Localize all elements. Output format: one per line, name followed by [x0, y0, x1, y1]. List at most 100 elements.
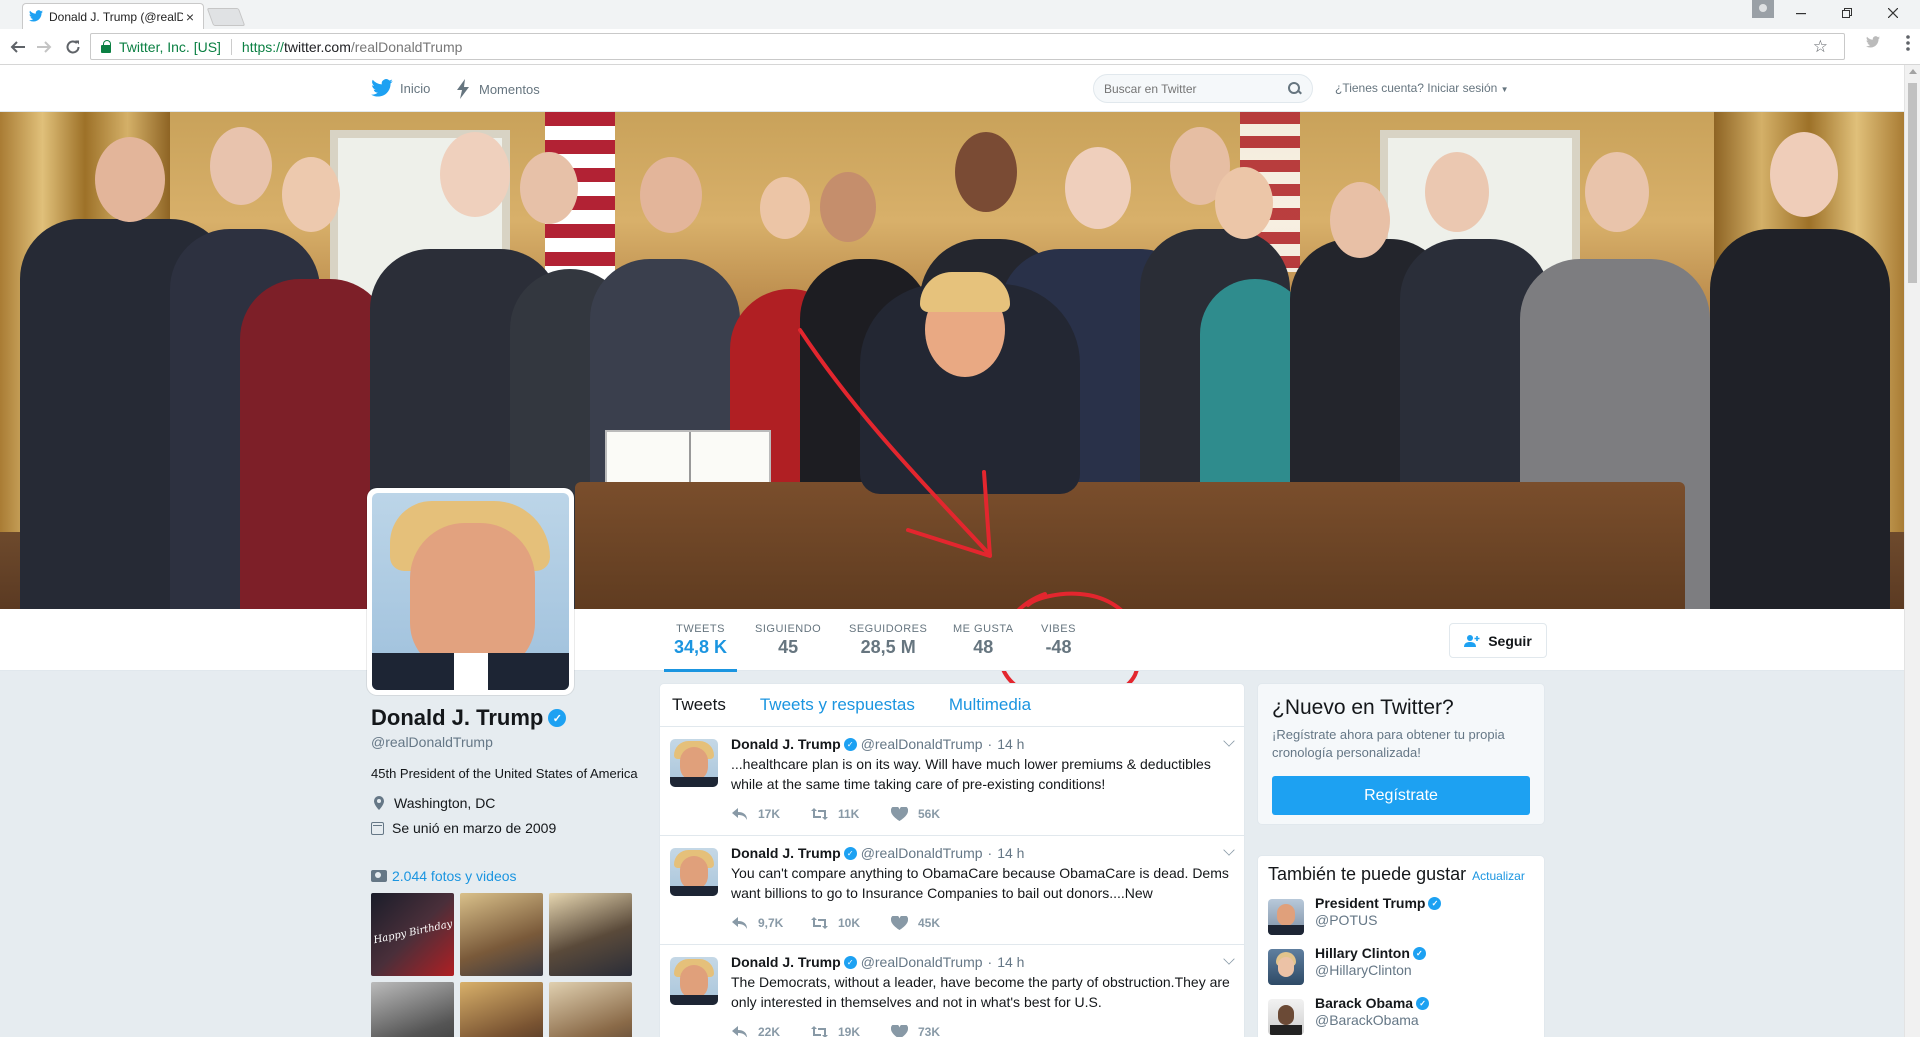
tweet-author-handle[interactable]: @realDonaldTrump [861, 736, 983, 752]
tweet-actions: 9,7K 10K 45K [731, 916, 1232, 930]
tweet[interactable]: Donald J. Trump ✓ @realDonaldTrump · 14 … [660, 836, 1244, 945]
suggested-user-avatar[interactable] [1268, 949, 1304, 985]
suggested-user-name-row: President Trump ✓ [1315, 895, 1442, 911]
tweet-separator: · [987, 736, 993, 752]
tab-tweets-replies[interactable]: Tweets y respuestas [760, 695, 915, 715]
refresh-link[interactable]: Actualizar [1472, 869, 1525, 883]
reply-icon [732, 808, 747, 820]
tweet-timestamp[interactable]: 14 h [997, 954, 1024, 970]
like-button[interactable]: 45K [891, 916, 971, 930]
camera-icon [371, 870, 387, 882]
signup-button[interactable]: Regístrate [1272, 776, 1530, 815]
location-text: Washington, DC [394, 795, 496, 811]
heart-icon [891, 1025, 908, 1037]
stat-label: SEGUIDORES [849, 623, 928, 635]
stat-followers[interactable]: SEGUIDORES 28,5 M [849, 623, 927, 658]
tweet-author-name[interactable]: Donald J. Trump [731, 736, 841, 752]
reply-button[interactable]: 17K [731, 807, 811, 821]
stat-likes[interactable]: ME GUSTA 48 [953, 623, 1014, 658]
like-count: 56K [918, 807, 941, 821]
reply-button[interactable]: 9,7K [731, 916, 811, 930]
photo-thumb[interactable] [549, 982, 632, 1037]
reply-button[interactable]: 22K [731, 1025, 811, 1037]
scroll-up-arrow-icon[interactable] [1909, 69, 1917, 74]
avatar-shirt [454, 653, 488, 690]
retweet-button[interactable]: 19K [811, 1025, 891, 1037]
tweet[interactable]: Donald J. Trump ✓ @realDonaldTrump · 14 … [660, 727, 1244, 836]
photo-thumb[interactable] [549, 893, 632, 976]
retweet-button[interactable]: 10K [811, 916, 891, 930]
photo-thumb[interactable] [460, 893, 543, 976]
verified-badge-icon: ✓ [1416, 996, 1430, 1010]
calendar-icon [371, 821, 384, 835]
tweet-avatar[interactable] [670, 957, 718, 1005]
stat-vibes[interactable]: VIBES -48 [1041, 623, 1076, 658]
suggested-user-handle: @HillaryClinton [1315, 962, 1412, 978]
tweet-header: Donald J. Trump ✓ @realDonaldTrump · 14 … [731, 845, 1232, 861]
who-to-follow-card: También te puede gustar Actualizar Presi… [1257, 855, 1545, 1037]
tweet-timestamp[interactable]: 14 h [997, 736, 1024, 752]
like-button[interactable]: 56K [891, 807, 971, 821]
stat-value: 45 [778, 637, 799, 657]
tab-media[interactable]: Multimedia [949, 695, 1031, 715]
stat-following[interactable]: SIGUIENDO 45 [755, 623, 821, 658]
photo-thumb[interactable] [460, 982, 543, 1037]
tweet-avatar[interactable] [670, 848, 718, 896]
tweet-text: You can't compare anything to ObamaCare … [731, 865, 1229, 901]
profile-screen-name[interactable]: @realDonaldTrump [371, 734, 641, 750]
stat-label: TWEETS [676, 623, 725, 635]
heart-icon [891, 916, 908, 930]
like-count: 45K [918, 916, 941, 930]
reply-icon [732, 917, 747, 929]
profile-avatar[interactable] [367, 488, 574, 695]
verified-badge-icon: ✓ [843, 955, 857, 969]
tweet-author-name[interactable]: Donald J. Trump [731, 954, 841, 970]
retweet-count: 11K [838, 807, 860, 821]
avatar-image [372, 493, 569, 690]
retweet-button[interactable]: 11K [811, 807, 891, 821]
suggested-user-avatar[interactable] [1268, 999, 1304, 1035]
photo-thumb[interactable]: Happy Birthday [371, 893, 454, 976]
page-scrollbar[interactable] [1904, 65, 1920, 1037]
add-user-icon [1464, 634, 1480, 647]
tweet[interactable]: Donald J. Trump ✓ @realDonaldTrump · 14 … [660, 945, 1244, 1037]
retweet-icon [811, 808, 828, 820]
photo-thumb-text: Happy Birthday [372, 918, 454, 947]
photos-label: 2.044 fotos y videos [392, 868, 517, 884]
tweet-actions: 17K 11K 56K [731, 807, 1232, 821]
suggested-user[interactable]: Hillary Clinton ✓ @HillaryClinton [1268, 945, 1534, 985]
photos-videos-link[interactable]: 2.044 fotos y videos [371, 868, 641, 884]
location-pin-icon [374, 796, 384, 810]
profile-name[interactable]: Donald J. Trump [371, 705, 543, 731]
tweet-author-handle[interactable]: @realDonaldTrump [861, 845, 983, 861]
suggested-user-avatar[interactable] [1268, 899, 1304, 935]
suggested-user-name-row: Hillary Clinton ✓ [1315, 945, 1426, 961]
stat-value: 34,8 K [674, 637, 728, 657]
stat-value: -48 [1045, 637, 1072, 657]
suggested-user[interactable]: President Trump ✓ @POTUS [1268, 895, 1534, 935]
reply-count: 22K [758, 1025, 781, 1037]
suggested-user-handle: @POTUS [1315, 912, 1378, 928]
suggested-user-name: President Trump [1315, 895, 1426, 911]
retweet-count: 10K [838, 916, 861, 930]
tweet-avatar[interactable] [670, 739, 718, 787]
tweet-author-name[interactable]: Donald J. Trump [731, 845, 841, 861]
tweet-timestamp[interactable]: 14 h [997, 845, 1024, 861]
like-count: 73K [918, 1025, 941, 1037]
tweet-separator: · [987, 954, 993, 970]
stat-value: 48 [973, 637, 994, 657]
photo-thumb[interactable] [371, 982, 454, 1037]
follow-button[interactable]: Seguir [1449, 623, 1547, 658]
like-button[interactable]: 73K [891, 1025, 971, 1037]
retweet-icon [811, 917, 828, 929]
tab-tweets[interactable]: Tweets [672, 695, 726, 715]
tweet-text: ...healthcare plan is on its way. Will h… [731, 756, 1211, 792]
scroll-thumb[interactable] [1908, 83, 1917, 283]
suggested-user[interactable]: Barack Obama ✓ @BarackObama [1268, 995, 1534, 1035]
photo-grid: Happy Birthday [371, 893, 641, 1037]
stat-value: 28,5 M [860, 637, 916, 657]
suggested-user-name-row: Barack Obama ✓ [1315, 995, 1430, 1011]
suggested-user-name: Hillary Clinton [1315, 945, 1410, 961]
stat-tweets[interactable]: TWEETS 34,8 K [663, 623, 738, 672]
tweet-author-handle[interactable]: @realDonaldTrump [861, 954, 983, 970]
